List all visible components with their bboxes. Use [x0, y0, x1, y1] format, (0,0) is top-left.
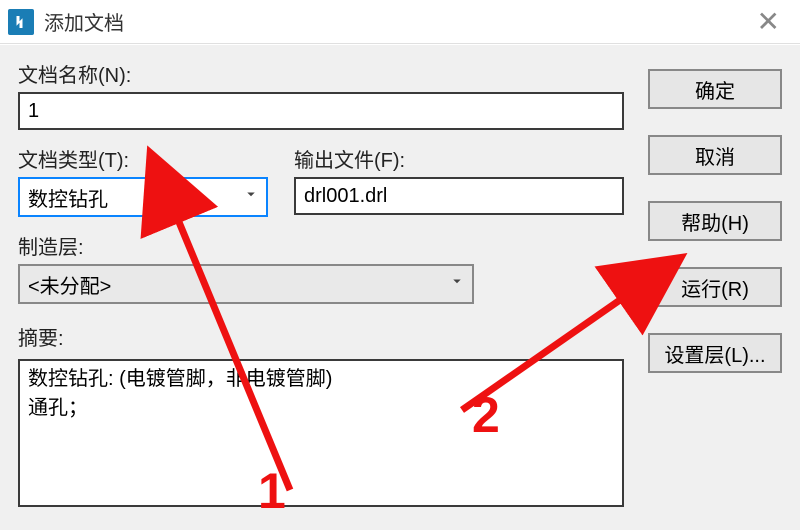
cancel-button[interactable]: 取消: [648, 135, 782, 175]
chevron-down-icon: [448, 272, 466, 296]
titlebar: 添加文档 ✕: [0, 0, 800, 44]
doc-type-combo[interactable]: 数控钻孔: [18, 177, 268, 217]
app-icon: [8, 9, 34, 35]
mfg-layer-label: 制造层:: [18, 231, 624, 260]
run-button[interactable]: 运行(R): [648, 267, 782, 307]
doc-type-label: 文档类型(T):: [18, 144, 268, 173]
set-layer-button[interactable]: 设置层(L)...: [648, 333, 782, 373]
summary-label: 摘要:: [18, 322, 624, 351]
dialog-body: 文档名称(N): 文档类型(T): 数控钻孔 输出文件(F):: [0, 44, 800, 530]
mfg-layer-value: <未分配>: [28, 270, 111, 299]
window-title: 添加文档: [44, 7, 751, 36]
output-file-input[interactable]: [294, 177, 624, 215]
doc-name-input[interactable]: [18, 92, 624, 130]
summary-text: 数控钻孔: (电镀管脚，非电镀管脚) 通孔；: [18, 359, 624, 507]
output-file-label: 输出文件(F):: [294, 144, 624, 173]
help-button[interactable]: 帮助(H): [648, 201, 782, 241]
chevron-down-icon: [242, 185, 260, 209]
doc-name-label: 文档名称(N):: [18, 59, 624, 88]
ok-button[interactable]: 确定: [648, 69, 782, 109]
button-column: 确定 取消 帮助(H) 运行(R) 设置层(L)...: [648, 59, 782, 530]
mfg-layer-combo[interactable]: <未分配>: [18, 264, 474, 304]
form-area: 文档名称(N): 文档类型(T): 数控钻孔 输出文件(F):: [18, 59, 624, 530]
close-icon[interactable]: ✕: [751, 8, 786, 36]
doc-type-value: 数控钻孔: [28, 183, 108, 212]
